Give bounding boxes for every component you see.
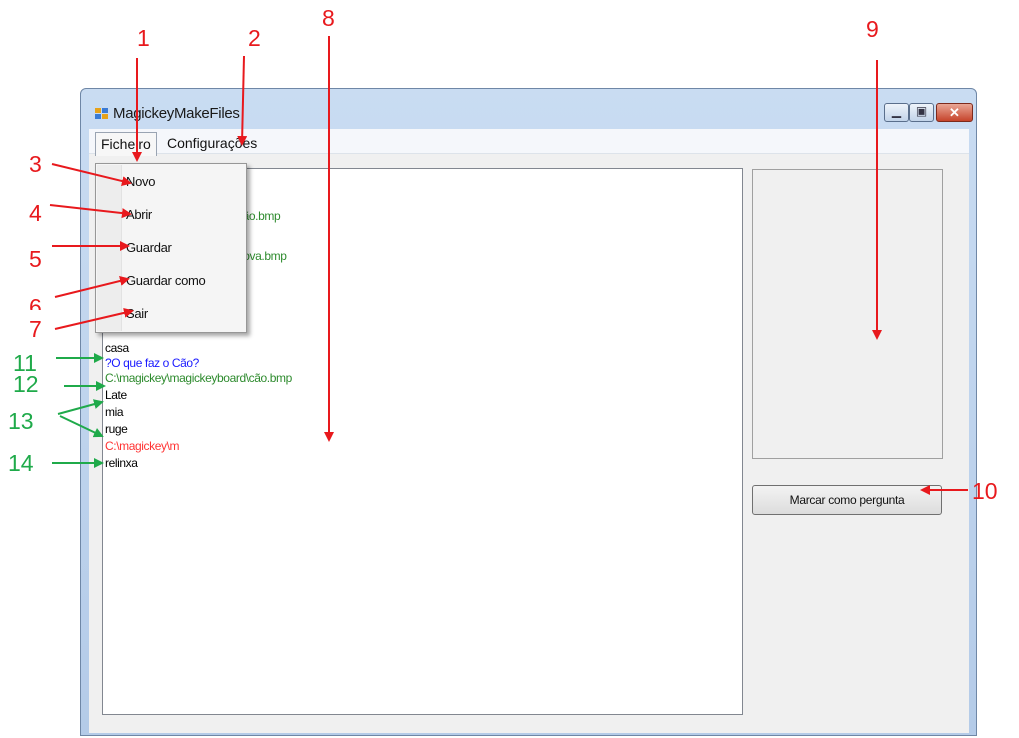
- annotation-label-9: 9: [866, 16, 879, 42]
- annotation-label-1: 1: [137, 25, 150, 51]
- annotation-label-6: 6: [29, 296, 42, 310]
- annotation-label-14: 14: [8, 450, 34, 476]
- arrow-13a: [57, 399, 104, 415]
- annotation-label-5: 5: [29, 246, 42, 272]
- arrow-13b: [59, 415, 104, 438]
- annotation-label-3: 3: [29, 151, 42, 177]
- annotation-label-13: 13: [8, 408, 34, 434]
- annotation-label-8: 8: [322, 5, 335, 31]
- arrow-3: [51, 163, 132, 186]
- arrow-2: [237, 55, 248, 146]
- annotation-label-4: 4: [29, 200, 42, 226]
- annotation-label-2: 2: [248, 25, 261, 51]
- annotation-arrows: [49, 36, 968, 495]
- arrow-4: [49, 204, 132, 219]
- annotation-label-10: 10: [972, 478, 998, 504]
- annotation-label-7: 7: [29, 316, 42, 342]
- arrow-7: [54, 307, 134, 330]
- arrow-6: [54, 276, 130, 298]
- annotation-label-12: 12: [13, 371, 39, 397]
